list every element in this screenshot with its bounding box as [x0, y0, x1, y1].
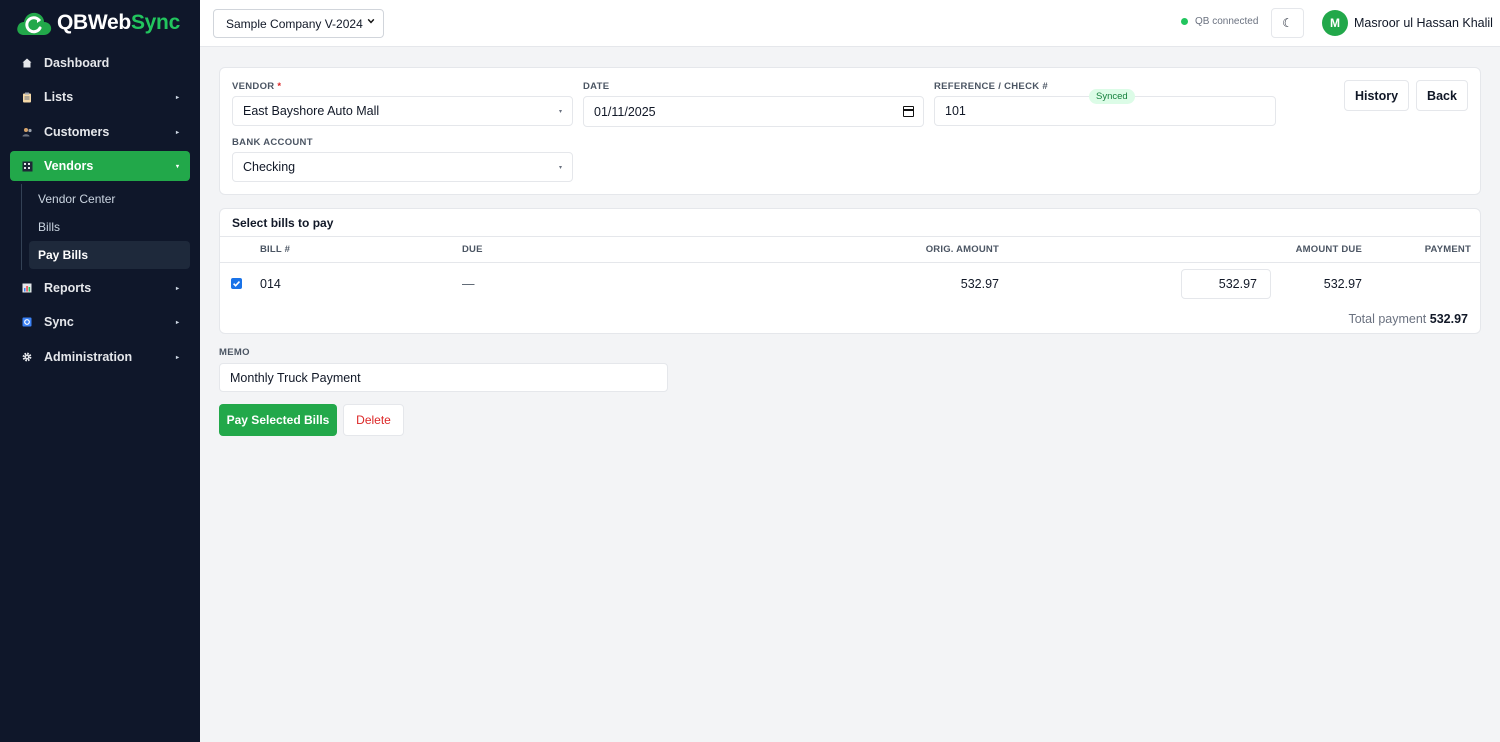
- date-label: DATE: [583, 81, 610, 92]
- bank-account-select[interactable]: Checking ▾: [232, 152, 573, 182]
- sidebar-item-reports[interactable]: Reports ▸: [10, 273, 190, 303]
- dropdown-arrow-icon: ▾: [558, 164, 562, 171]
- memo-label: MEMO: [219, 347, 250, 358]
- sidebar-item-administration[interactable]: Administration ▸: [10, 342, 190, 372]
- avatar: M: [1322, 10, 1348, 36]
- column-header-orig-amount: ORIG. AMOUNT: [925, 244, 999, 255]
- sidebar-item-label: Vendors: [44, 159, 94, 173]
- sidebar-item-label: Dashboard: [44, 56, 110, 70]
- theme-toggle-button[interactable]: ☾: [1271, 8, 1304, 38]
- chevron-right-icon: ▸: [175, 319, 179, 326]
- gear-icon: [21, 351, 33, 363]
- calendar-icon[interactable]: [903, 106, 914, 117]
- status-badge: Synced: [1089, 89, 1135, 104]
- user-menu[interactable]: M Masroor ul Hassan Khalil: [1322, 10, 1493, 36]
- sidebar-item-sync[interactable]: Sync ▸: [10, 307, 190, 337]
- pay-selected-bills-button[interactable]: Pay Selected Bills: [219, 404, 337, 436]
- bill-orig-amount: 532.97: [960, 277, 999, 291]
- bills-section-title: Select bills to pay: [232, 216, 334, 230]
- column-header-payment: PAYMENT: [1424, 244, 1471, 255]
- total-payment-value: 532.97: [1429, 312, 1468, 326]
- sync-icon: [21, 316, 33, 328]
- chevron-down-icon: ▾: [175, 163, 179, 170]
- payment-amount-input[interactable]: 532.97: [1181, 269, 1271, 299]
- building-icon: [21, 160, 33, 172]
- company-select[interactable]: Sample Company V-2024: [213, 9, 384, 38]
- home-icon: [21, 57, 33, 69]
- total-payment: Total payment 532.97: [1348, 312, 1468, 326]
- memo-input-value: Monthly Truck Payment: [230, 370, 361, 385]
- sidebar: QBWebSync Dashboard Lists ▸ Customers ▸ …: [0, 0, 200, 742]
- payment-amount-value: 532.97: [1218, 277, 1257, 291]
- reference-label: REFERENCE / CHECK #: [934, 81, 1048, 92]
- sidebar-item-customers[interactable]: Customers ▸: [10, 117, 190, 147]
- bill-due-date: —: [462, 277, 475, 291]
- sidebar-item-dashboard[interactable]: Dashboard: [10, 48, 190, 78]
- bank-account-label: BANK ACCOUNT: [232, 137, 313, 148]
- sidebar-item-label: Reports: [44, 281, 92, 295]
- chevron-right-icon: ▸: [175, 129, 179, 136]
- divider: [220, 236, 1480, 237]
- submenu-guide-line: [21, 184, 22, 270]
- dropdown-arrow-icon: ▾: [558, 108, 562, 115]
- divider: [220, 262, 1480, 263]
- chevron-right-icon: ▸: [175, 285, 179, 292]
- sidebar-subitem-label: Vendor Center: [38, 192, 116, 206]
- checkmark-icon: [233, 280, 241, 287]
- moon-icon: ☾: [1282, 16, 1293, 30]
- sidebar-item-label: Administration: [44, 350, 133, 364]
- sidebar-subitem-label: Bills: [38, 220, 61, 234]
- delete-button[interactable]: Delete: [343, 404, 404, 436]
- vendor-select-value: East Bayshore Auto Mall: [243, 104, 380, 118]
- bills-card: [219, 208, 1481, 334]
- bill-amount-due: 532.97: [1323, 277, 1362, 291]
- bar-chart-icon: [21, 282, 33, 294]
- reference-input-value: 101: [945, 104, 966, 118]
- status-dot-icon: [1181, 18, 1188, 25]
- company-select-value: Sample Company V-2024: [226, 16, 363, 31]
- sidebar-subitem-pay-bills[interactable]: Pay Bills: [29, 241, 190, 269]
- date-input[interactable]: 01/11/2025: [583, 96, 924, 127]
- bank-account-value: Checking: [243, 160, 296, 174]
- back-button[interactable]: Back: [1416, 80, 1468, 111]
- column-header-bill: BILL #: [260, 244, 291, 255]
- topbar: Sample Company V-2024 QB connected ☾ M M…: [200, 0, 1500, 47]
- sidebar-subitem-vendor-center[interactable]: Vendor Center: [29, 185, 190, 213]
- vendor-label: VENDOR *: [232, 81, 282, 92]
- brand-logo[interactable]: QBWebSync: [15, 8, 180, 38]
- sidebar-item-label: Customers: [44, 125, 110, 139]
- qb-connection-status: QB connected: [1181, 16, 1258, 27]
- sidebar-item-label: Lists: [44, 90, 74, 104]
- sidebar-subitem-label: Pay Bills: [38, 248, 89, 262]
- sidebar-item-lists[interactable]: Lists ▸: [10, 82, 190, 112]
- brand-name: QBWebSync: [57, 11, 180, 34]
- memo-input[interactable]: Monthly Truck Payment: [219, 363, 668, 392]
- sidebar-item-label: Sync: [44, 315, 74, 329]
- column-header-amount-due: AMOUNT DUE: [1295, 244, 1362, 255]
- total-payment-label: Total payment: [1348, 312, 1427, 326]
- bill-row-checkbox[interactable]: [231, 278, 242, 289]
- sidebar-subitem-bills[interactable]: Bills: [29, 213, 190, 241]
- chevron-down-icon: [367, 18, 375, 24]
- history-button[interactable]: History: [1344, 80, 1409, 111]
- chevron-right-icon: ▸: [175, 354, 179, 361]
- date-input-value: 01/11/2025: [594, 104, 656, 119]
- user-name: Masroor ul Hassan Khalil: [1354, 16, 1493, 30]
- bill-number: 014: [260, 277, 281, 291]
- qb-status-text: QB connected: [1195, 16, 1259, 27]
- users-icon: [21, 126, 33, 138]
- sidebar-item-vendors[interactable]: Vendors ▾: [10, 151, 190, 181]
- vendor-select[interactable]: East Bayshore Auto Mall ▾: [232, 96, 573, 126]
- column-header-due: DUE: [462, 244, 483, 255]
- cloud-sync-logo-icon: [15, 9, 53, 37]
- clipboard-icon: [21, 91, 33, 103]
- chevron-right-icon: ▸: [175, 94, 179, 101]
